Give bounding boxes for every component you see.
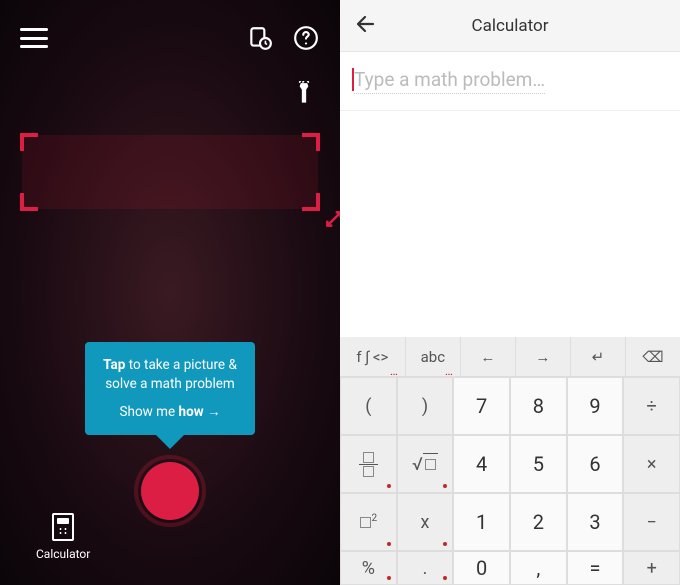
backspace-key[interactable]: ⌫ — [626, 337, 680, 376]
top-bar — [0, 0, 340, 56]
rparen-key[interactable]: ) — [397, 377, 454, 435]
lparen-key[interactable]: ( — [340, 377, 397, 435]
calculator-icon — [52, 513, 74, 541]
cursor-left-key[interactable]: ← — [461, 337, 516, 376]
digit-4-key[interactable]: 4 — [453, 435, 510, 493]
minus-key[interactable]: − — [623, 493, 680, 551]
power-key[interactable]: 2 — [340, 493, 397, 551]
digit-9-key[interactable]: 9 — [567, 377, 624, 435]
sqrt-key[interactable]: √ — [397, 435, 454, 493]
multiply-key[interactable]: × — [623, 435, 680, 493]
divide-key[interactable]: ÷ — [623, 377, 680, 435]
page-title: Calculator — [340, 16, 680, 36]
mode-abc-key[interactable]: abc — [406, 337, 461, 376]
digit-8-key[interactable]: 8 — [510, 377, 567, 435]
resize-handle-icon[interactable] — [324, 209, 340, 235]
percent-key[interactable]: % — [340, 551, 397, 585]
plus-key[interactable]: + — [623, 551, 680, 585]
calculator-shortcut[interactable]: Calculator — [36, 513, 90, 561]
fraction-key[interactable] — [340, 435, 397, 493]
variable-x-key[interactable]: x — [397, 493, 454, 551]
back-icon[interactable] — [354, 12, 378, 40]
flashlight-icon[interactable] — [290, 80, 318, 108]
enter-key[interactable]: ↵ — [571, 337, 626, 376]
tooltip-how-word: how — [179, 404, 204, 420]
work-area — [340, 111, 680, 337]
tooltip-text: to take a picture & solve a math problem — [105, 357, 237, 391]
camera-screen: Tap to take a picture & solve a math pro… — [0, 0, 340, 585]
calculator-label: Calculator — [36, 547, 90, 561]
digit-3-key[interactable]: 3 — [567, 493, 624, 551]
menu-icon[interactable] — [20, 28, 48, 48]
input-area[interactable]: Type a math problem… — [340, 52, 680, 111]
equals-key[interactable]: = — [567, 551, 624, 585]
cursor-right-key[interactable]: → — [516, 337, 571, 376]
scan-frame[interactable] — [22, 135, 318, 209]
calculator-header: Calculator — [340, 0, 680, 52]
keyboard: f ∫ <> abc ← → ↵ ⌫ ( ) 7 8 9 ÷ √ 4 5 — [340, 337, 680, 585]
mode-row: f ∫ <> abc ← → ↵ ⌫ — [340, 337, 680, 377]
mode-functions-key[interactable]: f ∫ <> — [340, 337, 406, 376]
comma-key[interactable]: , — [510, 551, 567, 585]
digit-5-key[interactable]: 5 — [510, 435, 567, 493]
digit-7-key[interactable]: 7 — [453, 377, 510, 435]
tooltip-arrow: → — [204, 404, 221, 420]
digit-6-key[interactable]: 6 — [567, 435, 624, 493]
history-icon[interactable] — [246, 24, 274, 52]
tooltip-tap-word: Tap — [103, 357, 125, 373]
shutter-button[interactable] — [134, 455, 206, 527]
math-input[interactable]: Type a math problem… — [354, 68, 545, 94]
tooltip-show-prefix: Show me — [120, 404, 179, 420]
help-icon[interactable] — [292, 24, 320, 52]
calculator-screen: Calculator Type a math problem… f ∫ <> a… — [340, 0, 680, 585]
hint-tooltip[interactable]: Tap to take a picture & solve a math pro… — [85, 342, 255, 435]
digit-2-key[interactable]: 2 — [510, 493, 567, 551]
digit-0-key[interactable]: 0 — [453, 551, 510, 585]
dot-key[interactable]: . — [397, 551, 454, 585]
digit-1-key[interactable]: 1 — [453, 493, 510, 551]
